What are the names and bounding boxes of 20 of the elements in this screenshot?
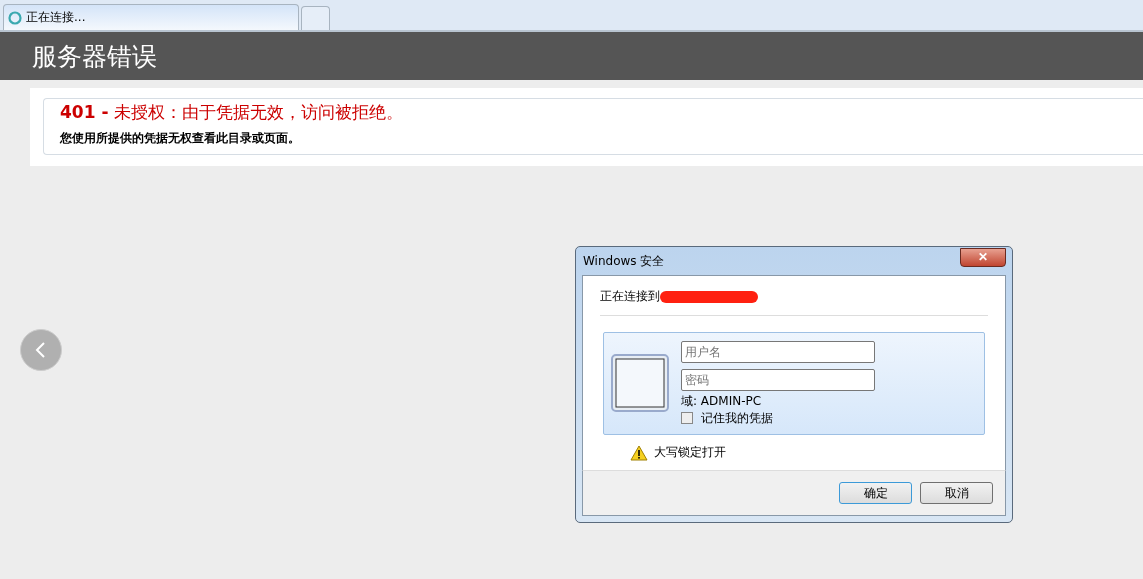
password-field[interactable]: 密码 xyxy=(681,368,875,391)
browser-tab[interactable]: 正在连接... xyxy=(3,4,299,30)
caps-lock-warning: 大写锁定打开 xyxy=(654,444,726,461)
username-field[interactable]: 用户名 xyxy=(681,340,875,363)
error-message: 您使用所提供的凭据无权查看此目录或页面。 xyxy=(60,130,301,147)
remember-label: 记住我的凭据 xyxy=(701,409,773,427)
back-button[interactable] xyxy=(20,329,62,371)
dialog-title: Windows 安全 xyxy=(583,252,665,270)
chevron-left-icon xyxy=(34,341,48,359)
error-heading: 401 - 未授权：由于凭据无效，访问被拒绝。 xyxy=(60,101,404,124)
loading-icon xyxy=(8,10,22,25)
page-title: 服务器错误 xyxy=(32,40,157,73)
connecting-label: 正在连接到 xyxy=(600,288,660,305)
user-tile-icon xyxy=(611,353,669,414)
new-tab-button[interactable] xyxy=(301,6,330,30)
remember-checkbox[interactable] xyxy=(681,412,693,424)
cancel-button[interactable]: 取消 xyxy=(920,482,993,504)
domain-label: 域: ADMIN-PC xyxy=(681,392,763,410)
warning-icon xyxy=(630,444,648,461)
ok-button[interactable]: 确定 xyxy=(839,482,912,504)
